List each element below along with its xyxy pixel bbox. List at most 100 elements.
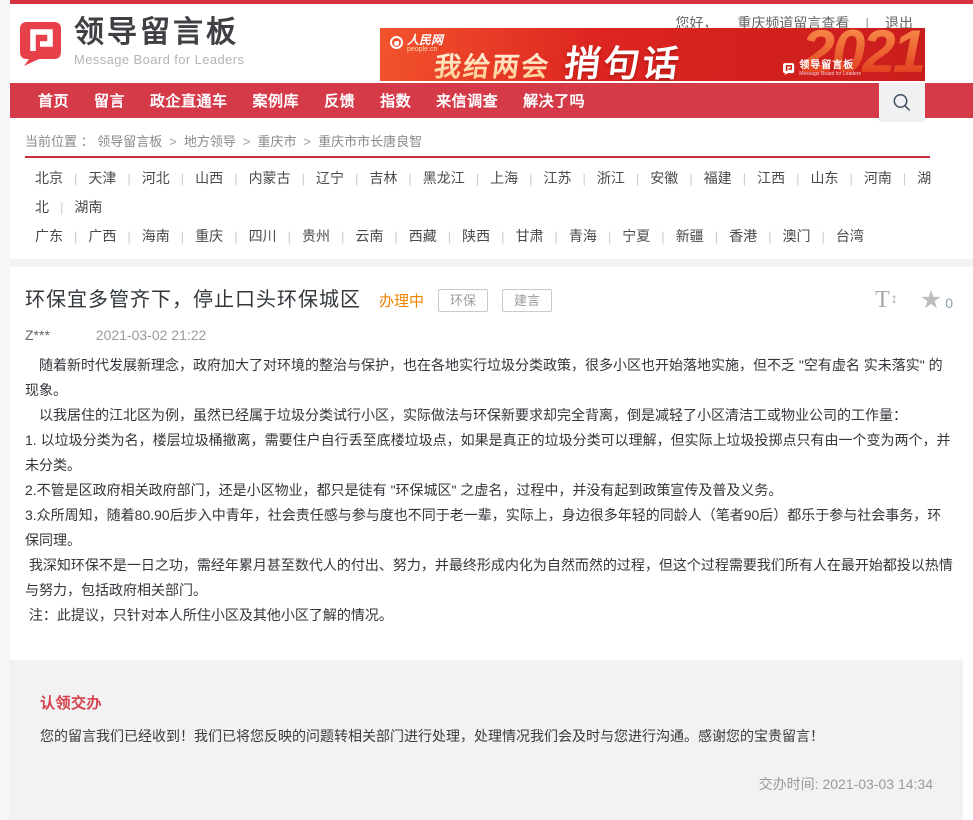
region-link[interactable]: 陕西 [462, 228, 490, 244]
region-link[interactable]: 台湾 [836, 228, 864, 244]
post-paragraph: 随着新时代发展新理念，政府加大了对环境的整治与保护，也在各地实行垃圾分类政策，很… [25, 353, 953, 403]
separator: | [572, 171, 597, 186]
separator: | [63, 229, 88, 244]
separator: | [344, 171, 369, 186]
banner-slogan-left: 我给两会 [432, 45, 553, 81]
nav-item[interactable]: 来信调查 [436, 90, 498, 111]
nav-item[interactable]: 首页 [38, 90, 69, 111]
logo-title: 领导留言板 [74, 17, 244, 49]
region-link[interactable]: 山东 [810, 170, 838, 186]
banner-brand-icon [782, 62, 795, 75]
site-header: 领导留言板 Message Board for Leaders 您好， 重庆频道… [10, 4, 973, 83]
reply-time-value: 2021-03-03 14:34 [822, 776, 933, 792]
region-link[interactable]: 河北 [142, 170, 170, 186]
peoples-daily-logo: 人民网 people.cn [390, 34, 443, 54]
post-paragraph: 3.众所周知，随着80.90后步入中青年，社会责任感与参与度也不同于老一辈，实际… [25, 503, 953, 553]
region-link[interactable]: 广西 [88, 228, 116, 244]
separator: | [397, 171, 422, 186]
font-size-toggle[interactable]: T ↕ [875, 288, 898, 312]
post-paragraph: 1. 以垃圾分类为名，楼层垃圾桶撤离，需要住户自行丢至底楼垃圾点，如果是真正的垃… [25, 428, 953, 478]
section-divider [10, 259, 973, 267]
separator: | [732, 171, 757, 186]
separator: | [704, 229, 729, 244]
region-link[interactable]: 西藏 [409, 228, 437, 244]
region-link[interactable]: 辽宁 [316, 170, 344, 186]
region-link[interactable]: 内蒙古 [249, 170, 291, 186]
separator: | [785, 171, 810, 186]
font-size-arrow-icon: ↕ [891, 290, 898, 306]
tag-chip[interactable]: 环保 [438, 289, 488, 312]
nav-item[interactable]: 解决了吗 [523, 90, 585, 111]
region-link[interactable]: 天津 [88, 170, 116, 186]
post-paragraph: 我深知环保不是一日之功，需经年累月甚至数代人的付出、努力，并最终形成内化为自然而… [25, 553, 953, 603]
banner-slogan: 我给两会 捎句话 [432, 35, 685, 81]
region-link[interactable]: 青海 [569, 228, 597, 244]
separator: | [116, 171, 141, 186]
separator: | [116, 229, 141, 244]
separator: | [223, 171, 248, 186]
breadcrumb-link[interactable]: 地方领导 [184, 134, 236, 149]
region-link[interactable]: 香港 [729, 228, 757, 244]
post-tags: 环保建言 [424, 289, 552, 312]
title-row: 环保宜多管齐下，停止口头环保城区 办理中 环保建言 T ↕ ★ 0 [25, 285, 953, 315]
region-link[interactable]: 上海 [490, 170, 518, 186]
region-link[interactable]: 福建 [704, 170, 732, 186]
separator: | [437, 229, 462, 244]
star-favorite-icon[interactable]: ★ [920, 288, 942, 313]
tag-chip[interactable]: 建言 [502, 289, 552, 312]
region-link[interactable]: 甘肃 [516, 228, 544, 244]
separator: | [810, 229, 835, 244]
logo-text: 领导留言板 Message Board for Leaders [74, 17, 244, 67]
region-link[interactable]: 广东 [35, 228, 63, 244]
two-sessions-ad-banner[interactable]: 人民网 people.cn 我给两会 捎句话 2021 领导留言板 Messag… [380, 28, 925, 81]
nav-item[interactable]: 指数 [380, 90, 411, 111]
banner-brand-title: 领导留言板 [799, 60, 861, 71]
nav-item[interactable]: 案例库 [253, 90, 300, 111]
page-container: 领导留言板 Message Board for Leaders 您好， 重庆频道… [10, 0, 973, 820]
region-link[interactable]: 宁夏 [622, 228, 650, 244]
breadcrumb-link[interactable]: 领导留言板 [97, 134, 162, 149]
separator: | [465, 171, 490, 186]
region-link[interactable]: 黑龙江 [423, 170, 465, 186]
banner-brand-logo: 领导留言板 Message Board for Leaders [782, 60, 861, 77]
region-link[interactable]: 江西 [757, 170, 785, 186]
search-button[interactable] [879, 83, 925, 122]
logo-subtitle: Message Board for Leaders [74, 52, 244, 67]
post-body: 随着新时代发展新理念，政府加大了对环境的整治与保护，也在各地实行垃圾分类政策，很… [25, 353, 953, 628]
separator: | [63, 171, 88, 186]
reply-time: 交办时间: 2021-03-03 14:34 [40, 774, 933, 794]
separator: | [291, 171, 316, 186]
region-link[interactable]: 山西 [195, 170, 223, 186]
region-link[interactable]: 吉林 [369, 170, 397, 186]
separator: > [162, 134, 184, 149]
region-link[interactable]: 湖南 [74, 199, 102, 215]
nav-item[interactable]: 留言 [94, 90, 125, 111]
separator: | [678, 171, 703, 186]
breadcrumb-link[interactable]: 重庆市 [257, 134, 296, 149]
region-link[interactable]: 河南 [864, 170, 892, 186]
region-link[interactable]: 北京 [35, 170, 63, 186]
peoples-daily-logo-icon [390, 36, 403, 49]
region-link[interactable]: 四川 [249, 228, 277, 244]
region-link[interactable]: 江苏 [544, 170, 572, 186]
region-link[interactable]: 海南 [142, 228, 170, 244]
region-link[interactable]: 云南 [355, 228, 383, 244]
breadcrumb-link[interactable]: 重庆市市长唐良智 [318, 134, 422, 149]
region-link[interactable]: 贵州 [302, 228, 330, 244]
message-article: 环保宜多管齐下，停止口头环保城区 办理中 环保建言 T ↕ ★ 0 Z*** 2… [10, 285, 973, 628]
region-link[interactable]: 新疆 [676, 228, 704, 244]
site-logo[interactable]: 领导留言板 Message Board for Leaders [16, 17, 244, 67]
official-reply-box: 认领交办 您的留言我们已经收到！我们已将您反映的问题转相关部门进行处理，处理情况… [10, 660, 963, 820]
region-link[interactable]: 重庆 [195, 228, 223, 244]
region-link[interactable]: 澳门 [782, 228, 810, 244]
nav-item[interactable]: 反馈 [324, 90, 355, 111]
post-paragraph: 2.不管是区政府相关政府部门，还是小区物业，都只是徒有 "环保城区" 之虚名，过… [25, 478, 953, 503]
status-badge: 办理中 [379, 290, 424, 311]
nav-item[interactable]: 政企直通车 [150, 90, 228, 111]
separator: | [49, 200, 74, 215]
search-icon [891, 92, 913, 114]
region-link[interactable]: 浙江 [597, 170, 625, 186]
region-link[interactable]: 安徽 [650, 170, 678, 186]
breadcrumb-items: 领导留言板>地方领导>重庆市>重庆市市长唐良智 [97, 134, 422, 149]
banner-brand-subtitle: Message Board for Leaders [799, 71, 861, 77]
